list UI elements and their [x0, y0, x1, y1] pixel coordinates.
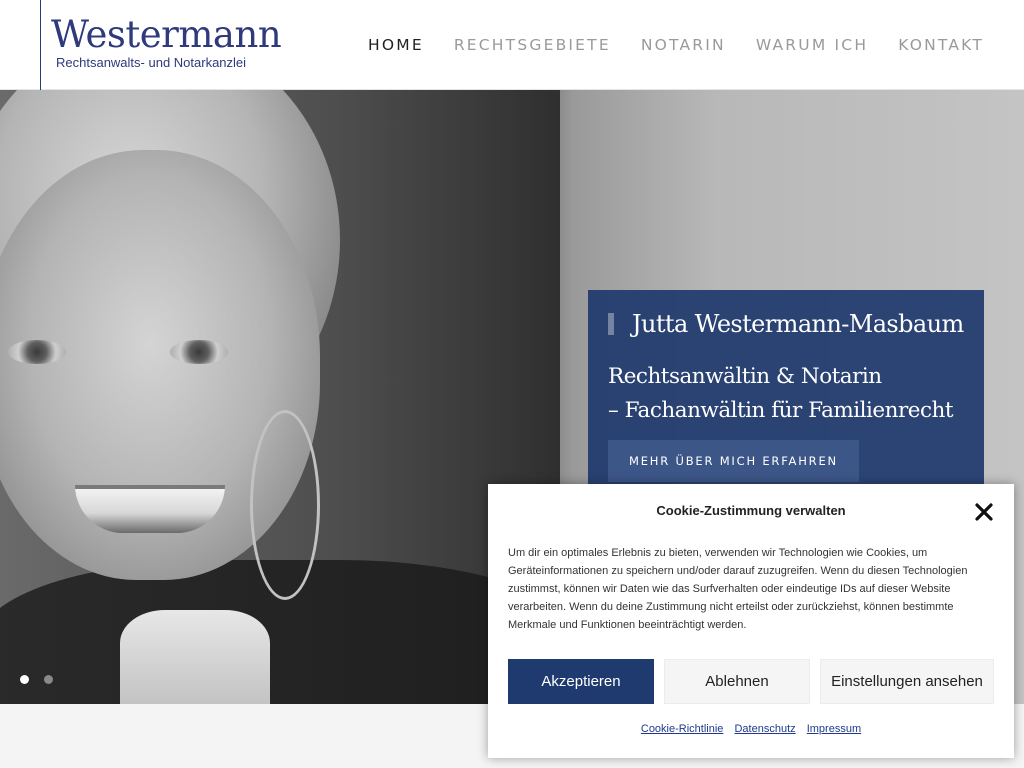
- nav-item-notarin[interactable]: NOTARIN: [641, 36, 726, 54]
- cookie-consent-dialog: Cookie-Zustimmung verwalten Um dir ein o…: [488, 484, 1014, 758]
- nav-item-kontakt[interactable]: KONTAKT: [898, 36, 984, 54]
- portrait-smile: [75, 485, 225, 533]
- logo-subtitle: Rechtsanwalts- und Notarkanzlei: [56, 55, 247, 70]
- slider-dot-1[interactable]: [20, 675, 29, 684]
- more-about-me-button[interactable]: MEHR ÜBER MICH ERFAHREN: [608, 440, 859, 482]
- logo-name: Westermann: [51, 13, 282, 56]
- deny-button[interactable]: Ablehnen: [664, 659, 810, 704]
- privacy-link[interactable]: Datenschutz: [734, 723, 795, 735]
- cookie-policy-link[interactable]: Cookie-Richtlinie: [641, 723, 724, 735]
- hero-title: Jutta Westermann-Masbaum: [632, 310, 964, 338]
- nav-item-warum-ich[interactable]: WARUM ICH: [756, 36, 868, 54]
- slider-dot-2[interactable]: [44, 675, 53, 684]
- hero-title-row: Jutta Westermann-Masbaum: [608, 310, 964, 338]
- close-icon[interactable]: [972, 500, 996, 524]
- portrait-eye-left: [8, 340, 66, 364]
- hero-subtitle: Rechtsanwältin & Notarin – Fachanwältin …: [608, 360, 964, 428]
- view-settings-button[interactable]: Einstellungen ansehen: [820, 659, 994, 704]
- portrait-earring: [250, 410, 320, 600]
- portrait-eye-right: [170, 340, 228, 364]
- logo[interactable]: Westermann Rechtsanwalts- und Notarkanzl…: [40, 0, 282, 90]
- imprint-link[interactable]: Impressum: [807, 723, 861, 735]
- accept-button[interactable]: Akzeptieren: [508, 659, 654, 704]
- site-header: Westermann Rechtsanwalts- und Notarkanzl…: [0, 0, 1024, 90]
- portrait-collar: [120, 610, 270, 704]
- cookie-description: Um dir ein optimales Erlebnis zu bieten,…: [508, 547, 968, 631]
- hero-subtitle-line-1: Rechtsanwältin & Notarin: [608, 364, 882, 389]
- nav-item-home[interactable]: HOME: [368, 36, 424, 54]
- main-nav: HOME RECHTSGEBIETE NOTARIN WARUM ICH KON…: [338, 0, 984, 90]
- cookie-dialog-title: Cookie-Zustimmung verwalten: [656, 503, 846, 518]
- cookie-links: Cookie-Richtlinie Datenschutz Impressum: [488, 723, 1014, 735]
- hero-subtitle-line-2: – Fachanwältin für Familienrecht: [608, 398, 954, 423]
- portrait-photo: [0, 90, 560, 704]
- title-accent-bar: [608, 313, 614, 335]
- nav-item-rechtsgebiete[interactable]: RECHTSGEBIETE: [454, 36, 611, 54]
